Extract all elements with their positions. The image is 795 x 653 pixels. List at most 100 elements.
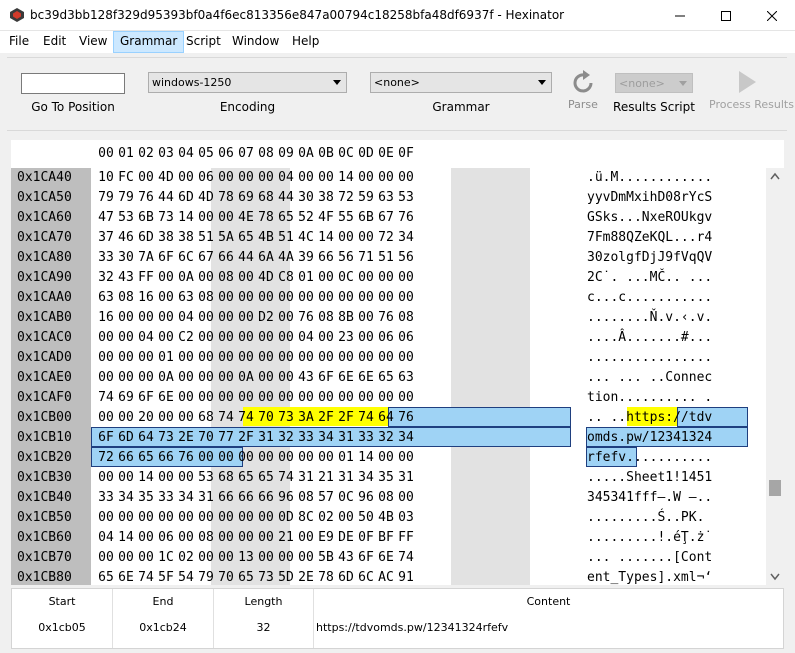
ascii-text[interactable]: .ü.M............	[587, 170, 712, 185]
ascii-text[interactable]: c...c...........	[587, 290, 712, 305]
results-script-select[interactable]: <none>	[615, 73, 693, 93]
results-end-value: 0x1cb24	[139, 621, 187, 634]
hex-row[interactable]: 0x1CB80 65 6E 74 5F 54 79 70 65 73 5D 2E 78 6D 6C AC 91 e…	[11, 567, 766, 585]
refresh-icon	[573, 70, 593, 93]
hex-row[interactable]: 0x1CAF0 74 69 6F 6E 00 00 00 00 00 00 00 00 00 00 00 00 t…	[11, 387, 766, 407]
minimize-icon	[675, 15, 685, 16]
ascii-text[interactable]: 2C˙. ...MČ.. ...	[587, 270, 712, 285]
hex-row[interactable]: 0x1CB50 00 00 00 00 00 00 00 00 00 0D 8C 02 00 50 4B 03.…	[11, 507, 766, 527]
hex-row[interactable]: 0x1CA40 10 FC 00 4D 00 06 00 00 00 04 00 00 14 00 00 00.…	[11, 168, 766, 187]
hex-row[interactable]: 0x1CAD0 00 00 00 01 00 00 00 00 00 00 00 00 00 00 00 00.…	[11, 347, 766, 367]
results-end-column[interactable]: End 0x1cb24	[113, 589, 214, 648]
hex-byte[interactable]: 00	[394, 270, 418, 285]
row-address: 0x1CAA0	[17, 290, 72, 305]
grammar-select[interactable]: <none>	[370, 72, 552, 93]
hex-byte[interactable]: 00	[394, 490, 418, 505]
ascii-text[interactable]: yyvDmMxihD08rYcS	[587, 190, 712, 205]
menu-edit[interactable]: Edit	[37, 31, 72, 53]
hex-row[interactable]: 0x1CB00 00 00 20 00 00 68 74 74 70 73 3A 2F 2F 74 64 76.…	[11, 407, 766, 427]
menu-script[interactable]: Script	[180, 31, 227, 53]
scroll-up-arrow-icon[interactable]	[770, 172, 780, 180]
process-results-button[interactable]: Process Results	[705, 68, 794, 112]
hex-byte[interactable]: 03	[394, 510, 418, 525]
ascii-text[interactable]: tion.......... .	[587, 390, 712, 405]
menu-file[interactable]: File	[3, 31, 35, 53]
hex-byte[interactable]: 76	[394, 210, 418, 225]
hex-row[interactable]: 0x1CAB0 16 00 00 00 04 00 00 00 D2 00 76 08 8B 00 76 08.…	[11, 307, 766, 327]
hex-byte[interactable]: 00	[394, 390, 418, 405]
hex-row[interactable]: 0x1CB20 72 66 65 66 76 00 00 00 00 00 00 00 01 14 00 00 r…	[11, 447, 766, 467]
hex-row[interactable]: 0x1CA50 79 79 76 44 6D 4D 78 69 68 44 30 38 72 59 63 53 y…	[11, 187, 766, 207]
hex-view[interactable]: 00 01 02 03 04 05 06 07 08 09 0A 0B 0C 0D 0E 0F 0x1CA40…	[11, 140, 784, 585]
hex-byte[interactable]: 00	[394, 450, 418, 465]
hex-row[interactable]: 0x1CB10 6F 6D 64 73 2E 70 77 2F 31 32 33 34 31 33 32 34 o…	[11, 427, 766, 447]
hex-row[interactable]: 0x1CA80 33 30 7A 6F 6C 67 66 44 6A 4A 39 66 56 71 51 56 3…	[11, 247, 766, 267]
results-length-column[interactable]: Length 32	[214, 589, 314, 648]
hex-row[interactable]: 0x1CAA0 63 08 16 00 63 08 00 00 00 00 00 00 00 00 00 00 c…	[11, 287, 766, 307]
go-to-position-input[interactable]	[21, 73, 125, 94]
ascii-text[interactable]: ................	[587, 350, 712, 365]
hex-row[interactable]: 0x1CA90 32 43 FF 00 0A 00 08 00 4D C8 01 00 0C 00 00 00 2…	[11, 267, 766, 287]
ascii-text[interactable]: .........!.éŢ.ż˙	[587, 530, 712, 545]
menu-grammar[interactable]: Grammar	[113, 31, 185, 53]
close-button[interactable]	[749, 0, 795, 31]
hex-row[interactable]: 0x1CB60 04 14 00 06 00 08 00 00 00 21 00 E9 DE 0F BF FF.…	[11, 527, 766, 547]
hex-row[interactable]: 0x1CA70 37 46 6D 38 38 51 5A 65 4B 51 4C 14 00 00 72 34 7…	[11, 227, 766, 247]
ascii-text[interactable]: ent_Types].xml¬‘	[587, 570, 712, 585]
menu-window[interactable]: Window	[226, 31, 285, 53]
hex-byte[interactable]: 76	[394, 410, 418, 425]
ascii-text[interactable]: ....Â.......#...	[587, 330, 712, 345]
hex-byte[interactable]: 06	[394, 330, 418, 345]
ascii-text[interactable]: ........Ň.v.‹.v.	[587, 310, 712, 325]
hex-byte[interactable]: 56	[394, 250, 418, 265]
hex-byte[interactable]: 00	[394, 350, 418, 365]
ascii-text[interactable]: 7Fm88QZeKQL...r4	[587, 230, 712, 245]
scrollbar-thumb[interactable]	[769, 480, 781, 496]
hex-row[interactable]: 0x1CA60 47 53 6B 73 14 00 00 4E 78 65 52 4F 55 6B 67 76 G…	[11, 207, 766, 227]
hex-row[interactable]: 0x1CAE0 00 00 00 0A 00 00 00 0A 00 00 43 6F 6E 6E 65 63.…	[11, 367, 766, 387]
row-address: 0x1CA80	[17, 250, 72, 265]
row-address: 0x1CAE0	[17, 370, 72, 385]
hex-byte[interactable]: 34	[394, 230, 418, 245]
ascii-text[interactable]: rfefv...........	[587, 450, 712, 465]
results-content-column[interactable]: Content https://tdvomds.pw/12341324rfefv	[314, 589, 783, 648]
maximize-button[interactable]	[703, 0, 749, 31]
hex-byte[interactable]: FF	[394, 530, 418, 545]
hex-rows[interactable]: 0x1CA40 10 FC 00 4D 00 06 00 00 00 04 00 00 14 00 00 00.…	[11, 168, 766, 585]
hex-row[interactable]: 0x1CB70 00 00 00 1C 02 00 00 13 00 00 00 5B 43 6F 6E 74.…	[11, 547, 766, 567]
hex-row[interactable]: 0x1CAC0 00 00 04 00 C2 00 00 00 00 00 04 00 23 00 06 06.…	[11, 327, 766, 347]
hex-byte[interactable]: 34	[394, 430, 418, 445]
hex-row[interactable]: 0x1CB40 33 34 35 33 34 31 66 66 66 96 08 57 0C 96 08 00 3…	[11, 487, 766, 507]
toolbar: Go To Position windows-1250 Encoding <no…	[7, 57, 794, 131]
row-address: 0x1CB60	[17, 530, 72, 545]
ascii-text[interactable]: .. ..https://tdv	[587, 410, 712, 425]
hex-row[interactable]: 0x1CB30 00 00 14 00 00 53 68 65 65 74 31 21 31 34 35 31.…	[11, 467, 766, 487]
ascii-text[interactable]: ... ... ..Connec	[587, 370, 712, 385]
chevron-down-icon	[538, 80, 546, 85]
ascii-text[interactable]: omds.pw/12341324	[587, 430, 712, 445]
ascii-text[interactable]: 345341fff–.W –..	[587, 490, 712, 505]
parse-button[interactable]: Parse	[563, 68, 603, 112]
vertical-scrollbar[interactable]	[766, 168, 784, 585]
hex-byte[interactable]: 00	[394, 290, 418, 305]
encoding-select[interactable]: windows-1250	[148, 72, 347, 93]
hex-byte[interactable]: 08	[394, 310, 418, 325]
menu-help[interactable]: Help	[286, 31, 325, 53]
results-start-column[interactable]: Start 0x1cb05	[12, 589, 113, 648]
ascii-text[interactable]: GSks...NxeROUkgv	[587, 210, 712, 225]
hex-byte[interactable]: 74	[394, 550, 418, 565]
hex-byte[interactable]: 31	[394, 470, 418, 485]
menu-view[interactable]: View	[73, 31, 113, 53]
ascii-text[interactable]: 30zolgfDjJ9fVqQV	[587, 250, 712, 265]
hex-byte[interactable]: 00	[394, 170, 418, 185]
hex-byte[interactable]: 53	[394, 190, 418, 205]
hex-byte[interactable]: 63	[394, 370, 418, 385]
ascii-text[interactable]: .........Ś..PK.	[587, 510, 704, 525]
row-address: 0x1CA90	[17, 270, 72, 285]
hex-byte[interactable]: 91	[394, 570, 418, 585]
minimize-button[interactable]	[657, 0, 703, 31]
ascii-text[interactable]: ... .......[Cont	[587, 550, 712, 565]
chevron-down-icon	[679, 81, 687, 86]
ascii-text[interactable]: .....Sheet1!1451	[587, 470, 712, 485]
scroll-down-arrow-icon[interactable]	[770, 573, 780, 581]
